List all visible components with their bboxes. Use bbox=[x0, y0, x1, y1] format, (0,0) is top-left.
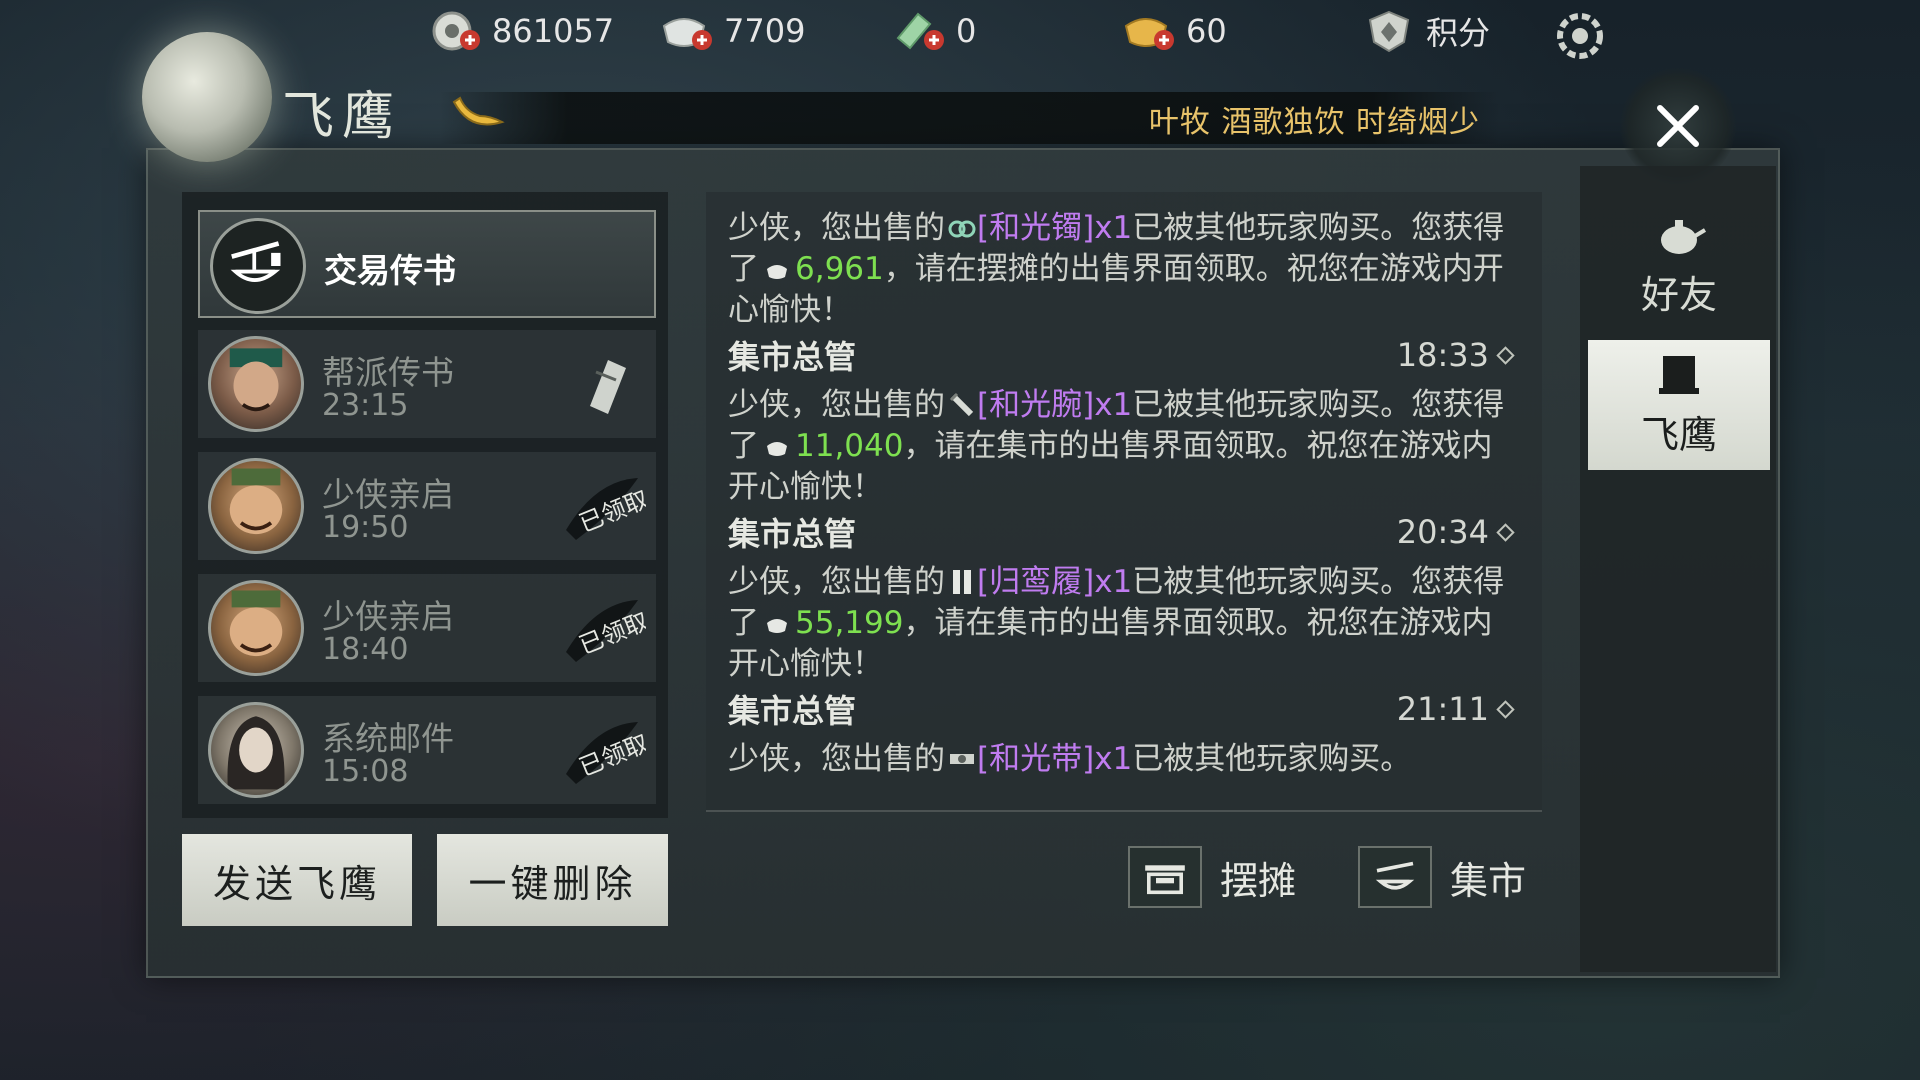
delete-all-button[interactable]: 一键删除 bbox=[437, 834, 668, 926]
message-header: 集市总管 18:33 bbox=[728, 333, 1518, 377]
claimed-stamp-icon: 已领取 bbox=[566, 722, 646, 784]
time-text: 21:11 bbox=[1396, 690, 1489, 728]
message-body: 少侠，您出售的 [和光带]x1已被其他玩家购买。 bbox=[728, 739, 1518, 780]
money-amount: 11,040 bbox=[795, 428, 904, 464]
message-scroll[interactable]: 少侠，您出售的 [和光镯]x1已被其他玩家购买。您获得了 6,961，请在摆摊的出售… bbox=[728, 208, 1518, 792]
stall-icon bbox=[1128, 846, 1202, 908]
diamond-icon bbox=[1496, 522, 1515, 542]
money-amount: 6,961 bbox=[795, 251, 884, 287]
message-body: 少侠，您出售的 [和光镯]x1已被其他玩家购买。您获得了 6,961，请在摆摊的出售… bbox=[728, 208, 1518, 331]
time-text: 20:34 bbox=[1396, 513, 1489, 551]
silver-ingot-icon bbox=[767, 442, 787, 456]
message-header: 集市总管 20:34 bbox=[728, 510, 1518, 554]
message-text: 少侠，您出售的 bbox=[728, 210, 945, 246]
unread-scroll-icon bbox=[590, 360, 626, 414]
bracelet-icon bbox=[948, 220, 976, 238]
moon-emblem bbox=[142, 32, 272, 162]
message-text: 少侠，您出售的 bbox=[728, 564, 945, 600]
mail-title: 帮派传书 bbox=[322, 353, 454, 392]
belt-icon bbox=[950, 754, 974, 764]
boots-icon bbox=[953, 570, 971, 594]
broadcast-marquee: 叶牧 酒歌独饮 时绮烟少 bbox=[1148, 105, 1480, 140]
system-lady-avatar bbox=[208, 702, 304, 798]
mail-time: 18:40 bbox=[322, 632, 409, 667]
gold-coin-plus-icon bbox=[432, 11, 480, 51]
mail-item-personal-1[interactable]: 少侠亲启 19:50 已领取 bbox=[198, 452, 656, 560]
send-mail-button[interactable]: 发送飞鹰 bbox=[182, 834, 412, 926]
diamond-icon bbox=[1496, 699, 1515, 719]
mail-item-personal-2[interactable]: 少侠亲启 18:40 已领取 bbox=[198, 574, 656, 682]
scroll-icon bbox=[1659, 355, 1699, 394]
message-time: 18:33 bbox=[1397, 336, 1518, 374]
message-time: 21:11 bbox=[1397, 690, 1518, 728]
merchant-avatar bbox=[208, 458, 304, 554]
mail-time: 19:50 bbox=[322, 510, 409, 545]
claimed-stamp-icon: 已领取 bbox=[566, 600, 646, 662]
currency-coins[interactable]: 861057 bbox=[428, 8, 614, 54]
mail-title: 交易传书 bbox=[324, 251, 456, 290]
currency-gold[interactable]: 60 bbox=[1122, 8, 1227, 54]
money-amount: 55,199 bbox=[795, 605, 904, 641]
message-text: 少侠，您出售的 bbox=[728, 741, 945, 777]
item-link[interactable]: [和光镯]x1 bbox=[977, 210, 1132, 246]
diamond-icon bbox=[1496, 345, 1515, 365]
wrist-guard-icon bbox=[949, 392, 974, 417]
settings-gear-icon[interactable] bbox=[1550, 6, 1610, 66]
silver-ingot-icon bbox=[767, 619, 787, 633]
horn-icon bbox=[452, 96, 505, 126]
market-scale-icon bbox=[1358, 846, 1432, 908]
message-body: 少侠，您出售的 [归鸾履]x1已被其他玩家购买。您获得了 55,199，请在集市的出… bbox=[728, 562, 1518, 685]
stall-button[interactable]: 摆摊 bbox=[1128, 846, 1296, 908]
tab-friends[interactable]: 好友 bbox=[1588, 200, 1770, 330]
points-button[interactable]: 积分 bbox=[1362, 8, 1490, 54]
item-link[interactable]: [和光带]x1 bbox=[977, 741, 1132, 777]
sender-name: 集市总管 bbox=[728, 692, 857, 730]
mail-item-guild[interactable]: 帮派传书 23:15 bbox=[198, 330, 656, 438]
sender-name: 集市总管 bbox=[728, 515, 857, 553]
points-badge-icon bbox=[1368, 10, 1410, 53]
mail-title: 少侠亲启 bbox=[322, 597, 454, 636]
teapot-icon bbox=[1661, 219, 1707, 254]
gold-ingot-plus-icon bbox=[1124, 18, 1174, 50]
currency-value: 60 bbox=[1186, 12, 1227, 50]
merchant-avatar bbox=[208, 580, 304, 676]
currency-value: 861057 bbox=[492, 12, 615, 50]
message-text: 少侠，您出售的 bbox=[728, 387, 945, 423]
market-button[interactable]: 集市 bbox=[1358, 846, 1526, 908]
mail-item-trade[interactable]: 交易传书 bbox=[198, 210, 656, 318]
message-header: 集市总管 21:11 bbox=[728, 687, 1518, 731]
currency-jade[interactable]: 0 bbox=[892, 8, 976, 54]
tab-label: 好友 bbox=[1640, 272, 1717, 317]
sender-name: 集市总管 bbox=[728, 338, 857, 376]
currency-value: 0 bbox=[956, 12, 977, 50]
mail-title: 系统邮件 bbox=[322, 719, 454, 758]
message-text: 已被其他玩家购买。 bbox=[1132, 741, 1412, 777]
message-body: 少侠，您出售的 [和光腕]x1已被其他玩家购买。您获得了 11,040，请在集市的出… bbox=[728, 385, 1518, 508]
points-label: 积分 bbox=[1426, 14, 1491, 52]
silver-ingot-plus-icon bbox=[662, 18, 712, 50]
mail-title: 少侠亲启 bbox=[322, 475, 454, 514]
mail-time: 23:15 bbox=[322, 388, 409, 423]
page-title: 飞鹰 bbox=[282, 87, 403, 147]
currency-silver[interactable]: 7709 bbox=[660, 8, 805, 54]
trade-scale-icon bbox=[210, 218, 306, 314]
mail-item-system[interactable]: 系统邮件 15:08 已领取 bbox=[198, 696, 656, 804]
claimed-stamp-icon: 已领取 bbox=[566, 478, 646, 540]
time-text: 18:33 bbox=[1396, 336, 1489, 374]
market-label: 集市 bbox=[1450, 858, 1527, 903]
guild-official-avatar bbox=[208, 336, 304, 432]
message-divider bbox=[706, 810, 1542, 812]
mail-time: 15:08 bbox=[322, 754, 409, 789]
stall-label: 摆摊 bbox=[1220, 858, 1297, 903]
silver-ingot-icon bbox=[767, 265, 787, 279]
message-time: 20:34 bbox=[1397, 513, 1518, 551]
item-link[interactable]: [归鸾履]x1 bbox=[977, 564, 1132, 600]
tab-eagle-mail[interactable]: 飞鹰 bbox=[1588, 340, 1770, 470]
currency-value: 7709 bbox=[724, 12, 806, 50]
tab-label: 飞鹰 bbox=[1640, 412, 1717, 457]
item-link[interactable]: [和光腕]x1 bbox=[977, 387, 1132, 423]
jade-ticket-plus-icon bbox=[896, 12, 944, 50]
